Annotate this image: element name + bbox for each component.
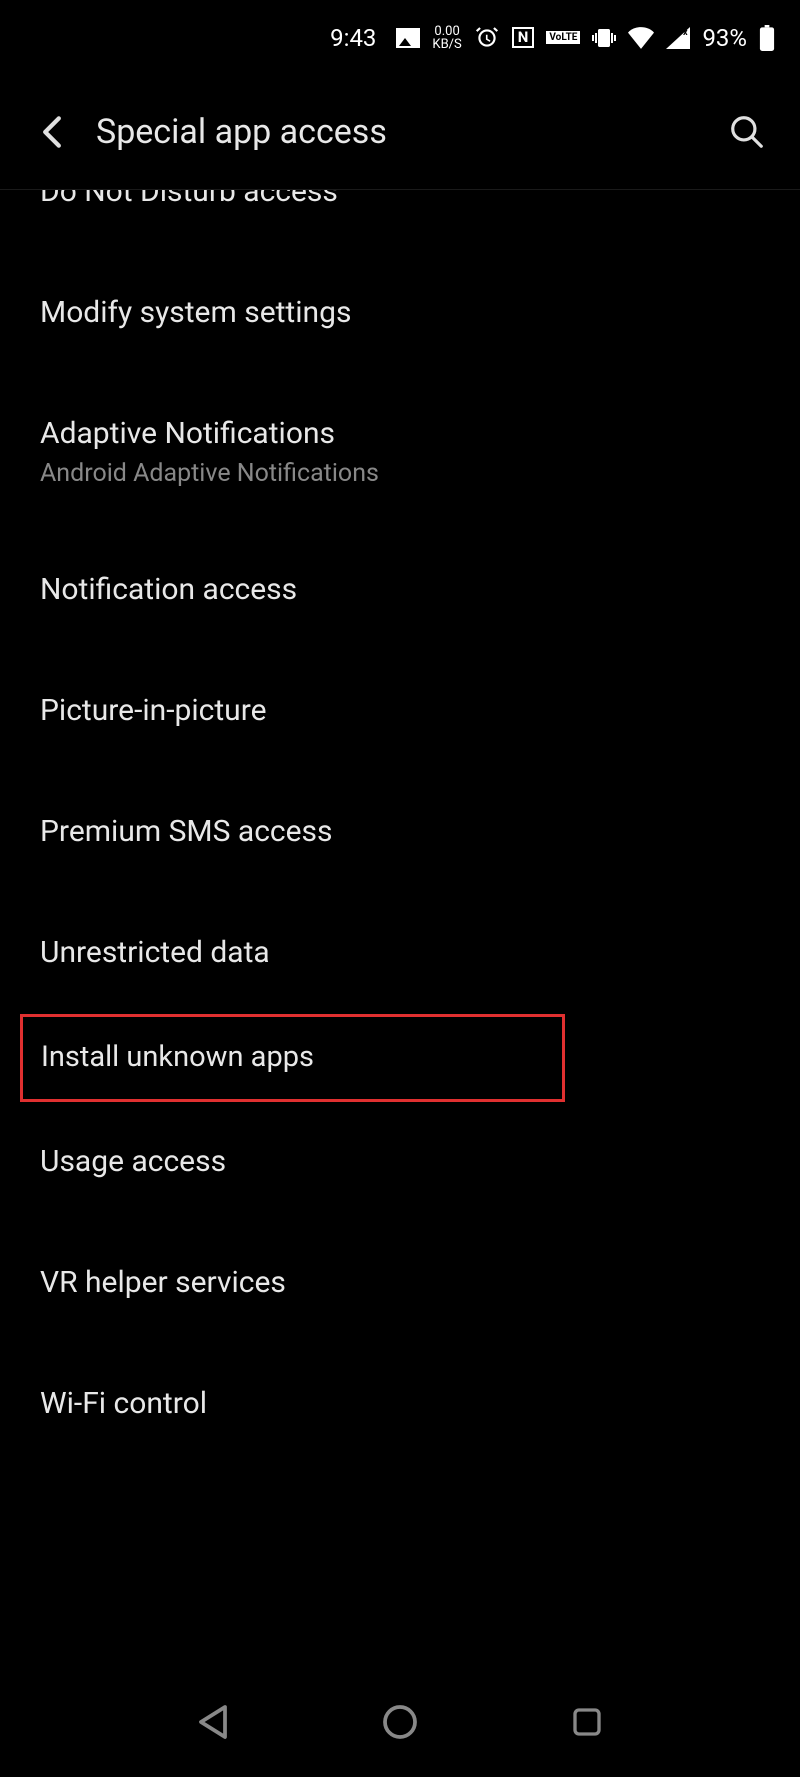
list-item-subtitle: Android Adaptive Notifications bbox=[40, 459, 760, 488]
circle-home-icon bbox=[382, 1704, 418, 1740]
search-icon bbox=[728, 113, 766, 151]
list-item-label: Adaptive Notifications bbox=[40, 414, 760, 453]
list-item-modify-system-settings[interactable]: Modify system settings bbox=[0, 253, 800, 374]
list-item-label: Notification access bbox=[40, 570, 760, 609]
list-item-label: Do Not Disturb access bbox=[40, 190, 760, 211]
network-speed-icon: 0.00 KB/S bbox=[432, 25, 461, 51]
list-item-unrestricted-data[interactable]: Unrestricted data bbox=[0, 893, 800, 1014]
list-item-adaptive-notifications[interactable]: Adaptive Notifications Android Adaptive … bbox=[0, 374, 800, 530]
wifi-icon bbox=[628, 27, 654, 49]
list-item-label: Premium SMS access bbox=[40, 812, 760, 851]
battery-percent: 93% bbox=[702, 24, 747, 52]
list-item-label: Unrestricted data bbox=[40, 933, 760, 972]
search-button[interactable] bbox=[724, 109, 770, 155]
triangle-back-icon bbox=[197, 1704, 229, 1740]
list-item-premium-sms-access[interactable]: Premium SMS access bbox=[0, 772, 800, 893]
navigation-bar bbox=[0, 1667, 800, 1777]
list-item-wifi-control[interactable]: Wi-Fi control bbox=[0, 1344, 800, 1465]
square-recents-icon bbox=[571, 1706, 603, 1738]
battery-icon bbox=[759, 25, 775, 51]
list-item-label: Usage access bbox=[40, 1142, 760, 1181]
vibrate-icon bbox=[592, 26, 616, 50]
app-bar: Special app access bbox=[0, 75, 800, 190]
cellular-signal-icon: x bbox=[666, 27, 690, 49]
nfc-icon: N bbox=[512, 27, 535, 48]
volte-icon: Vo LTE bbox=[546, 31, 580, 44]
nav-recents-button[interactable] bbox=[562, 1697, 612, 1747]
list-item-label: Picture-in-picture bbox=[40, 691, 760, 730]
alarm-icon bbox=[474, 25, 500, 51]
picture-icon bbox=[396, 28, 420, 48]
list-item-install-unknown-apps[interactable]: Install unknown apps bbox=[20, 1014, 565, 1102]
list-item-label: Wi-Fi control bbox=[40, 1384, 760, 1423]
list-item-label: VR helper services bbox=[40, 1263, 760, 1302]
list-item-label: Install unknown apps bbox=[41, 1039, 544, 1077]
nav-back-button[interactable] bbox=[188, 1697, 238, 1747]
list-item-label: Modify system settings bbox=[40, 293, 760, 332]
svg-text:x: x bbox=[683, 28, 688, 38]
list-item-do-not-disturb-access[interactable]: Do Not Disturb access bbox=[0, 190, 800, 253]
nav-home-button[interactable] bbox=[375, 1697, 425, 1747]
status-time: 9:43 bbox=[330, 24, 376, 52]
list-item-vr-helper-services[interactable]: VR helper services bbox=[0, 1223, 800, 1344]
list-item-usage-access[interactable]: Usage access bbox=[0, 1102, 800, 1223]
status-bar: 9:43 0.00 KB/S N Vo LTE x 93% bbox=[0, 0, 800, 75]
list-item-picture-in-picture[interactable]: Picture-in-picture bbox=[0, 651, 800, 772]
list-item-notification-access[interactable]: Notification access bbox=[0, 530, 800, 651]
page-title: Special app access bbox=[96, 112, 724, 152]
settings-list: Do Not Disturb access Modify system sett… bbox=[0, 190, 800, 1465]
back-button[interactable] bbox=[30, 110, 74, 154]
chevron-left-icon bbox=[41, 115, 63, 149]
